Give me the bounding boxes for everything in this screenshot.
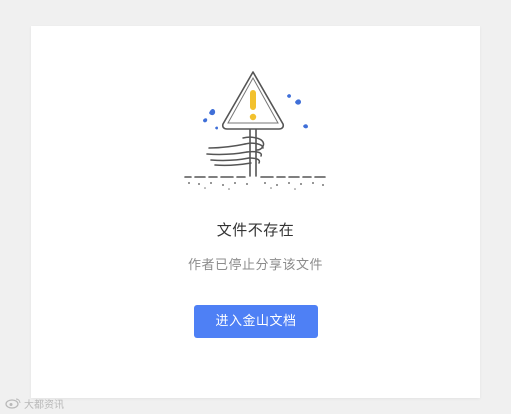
weibo-logo-icon xyxy=(5,398,21,409)
page-title: 文件不存在 xyxy=(216,221,295,239)
warning-sign-icon xyxy=(184,71,326,190)
error-card: 文件不存在 作者已停止分享该文件 进入金山文档 xyxy=(31,26,480,398)
watermark-text: 大都资讯 xyxy=(24,399,64,411)
watermark: 大都资讯 xyxy=(5,396,64,411)
error-message: 作者已停止分享该文件 xyxy=(187,258,323,273)
enter-kdocs-button[interactable]: 进入金山文档 xyxy=(194,305,318,338)
